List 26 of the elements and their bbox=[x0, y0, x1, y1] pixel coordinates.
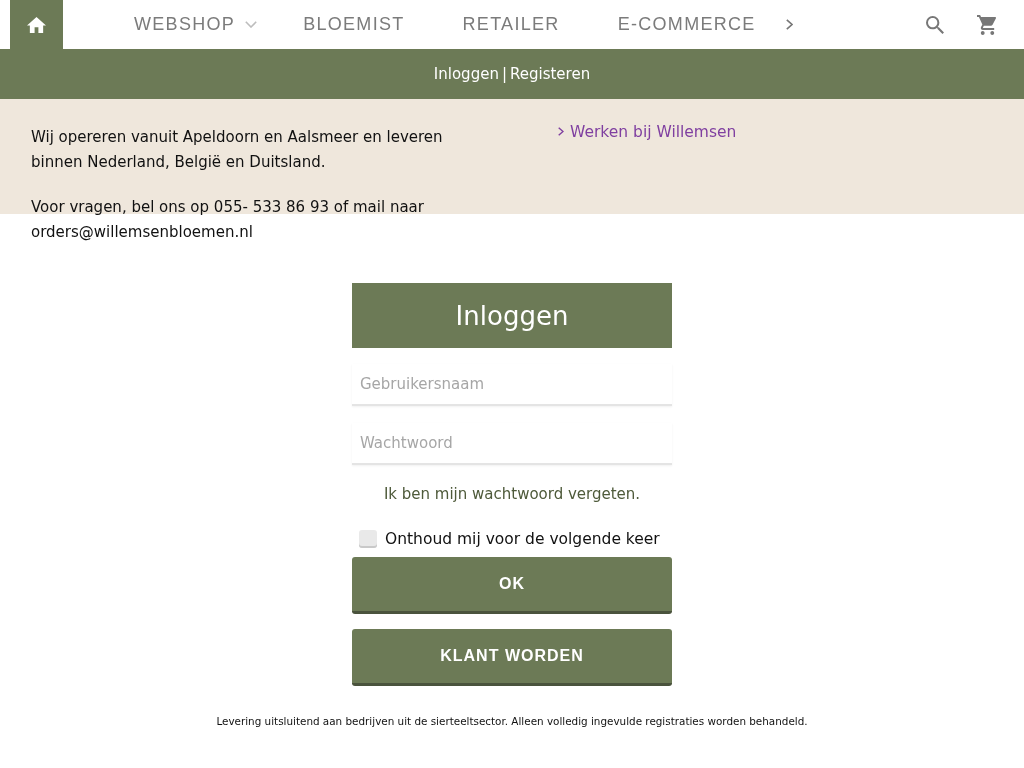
footer-note: Levering uitsluitend aan bedrijven uit de sierteeltsector. Alleen volledig ingevulde registraties worden behandeld. bbox=[216, 715, 808, 727]
chevron-right-icon bbox=[558, 127, 564, 136]
home-button[interactable] bbox=[10, 0, 63, 49]
cart-icon[interactable] bbox=[977, 14, 998, 35]
nav-item[interactable]: E-COMMERCE bbox=[617, 14, 756, 35]
info-paragraph: Wij opereren vanuit Apeldoorn en Aalsmeer en leveren binnen Nederland, België en Duitsland. bbox=[31, 127, 444, 173]
info-link[interactable]: Werken bij Willemsen bbox=[558, 122, 737, 141]
house-icon bbox=[27, 16, 46, 33]
forgot-password-link[interactable]: Ik ben mijn wachtwoord vergeten. bbox=[383, 485, 641, 503]
nav-item[interactable]: RETAILER bbox=[462, 14, 560, 35]
submit-button[interactable]: OK bbox=[352, 557, 672, 614]
checkbox[interactable] bbox=[359, 530, 377, 548]
checkbox-label: Onthoud mij voor de volgende keer bbox=[385, 530, 660, 548]
submit-button[interactable]: KLANT WORDEN bbox=[352, 629, 672, 686]
nav-item[interactable]: WEBSHOP bbox=[134, 14, 258, 35]
info-paragraph: Voor vragen, bel ons op 055- 533 86 93 of mail naar orders@willemsenbloemen.nl bbox=[31, 197, 425, 243]
separator-text: | bbox=[501, 65, 507, 83]
chevron-down-icon bbox=[245, 21, 258, 28]
input-field[interactable]: Wachtwoord bbox=[352, 423, 672, 465]
login-title: Inloggen bbox=[352, 283, 672, 348]
nav-item[interactable]: BLOEMIST bbox=[303, 14, 405, 35]
input-field[interactable]: Gebruikersnaam bbox=[352, 364, 672, 406]
chevron-right-icon[interactable] bbox=[785, 19, 793, 30]
search-icon[interactable] bbox=[926, 15, 944, 34]
account-link[interactable]: Registeren bbox=[509, 65, 591, 83]
account-link[interactable]: Inloggen bbox=[433, 65, 499, 83]
